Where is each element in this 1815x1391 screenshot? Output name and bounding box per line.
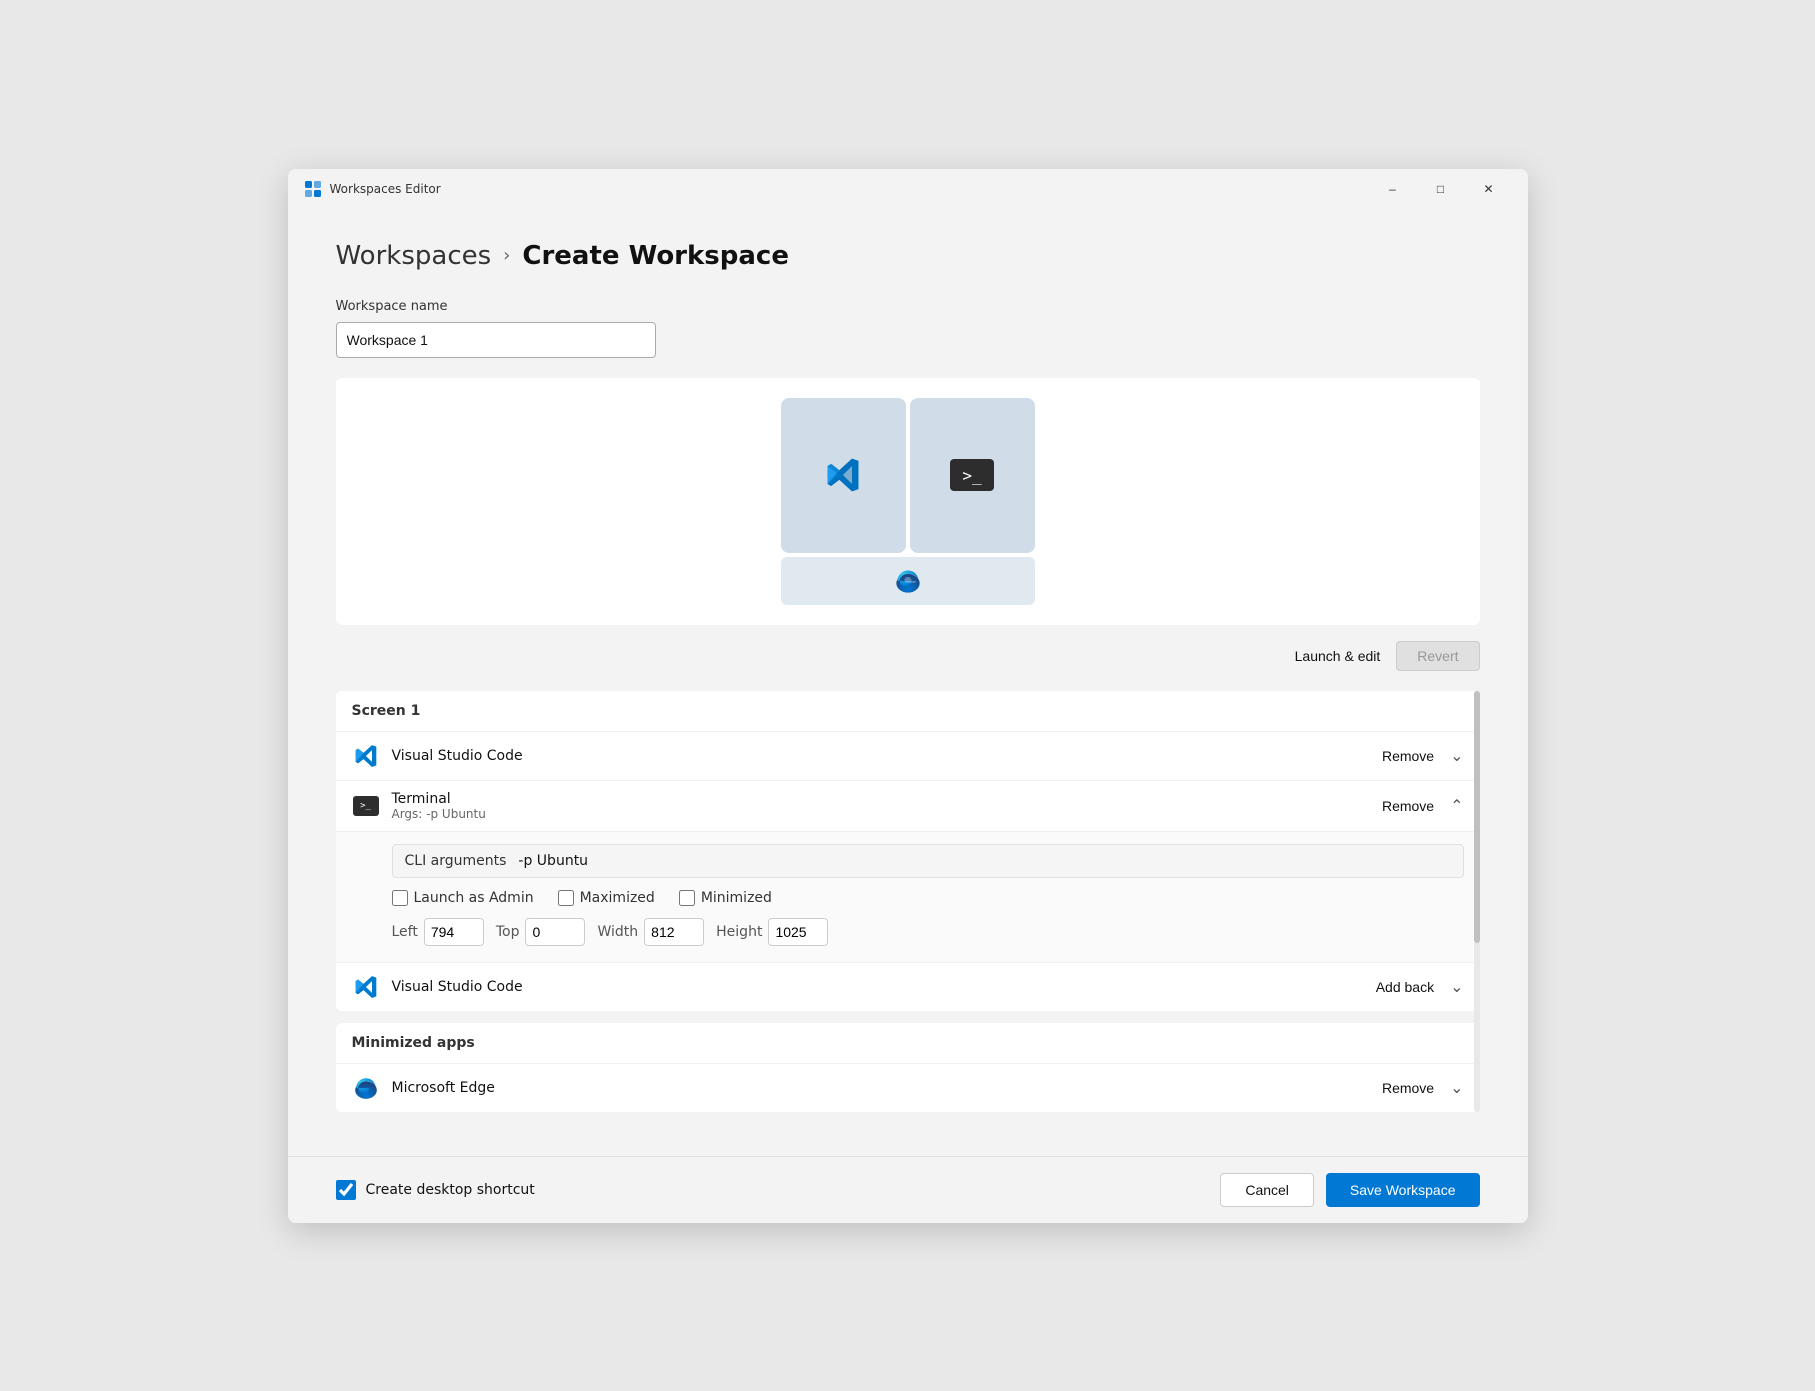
maximize-button[interactable]: □ xyxy=(1418,173,1464,205)
terminal-name: Terminal xyxy=(392,791,1362,807)
cli-value: -p Ubuntu xyxy=(518,853,588,869)
launch-bar: Launch & edit Revert xyxy=(336,641,1480,671)
breadcrumb-current: Create Workspace xyxy=(522,241,789,271)
save-workspace-button[interactable]: Save Workspace xyxy=(1326,1173,1480,1207)
launch-as-admin-label: Launch as Admin xyxy=(414,890,534,906)
workspace-name-label: Workspace name xyxy=(336,299,1480,314)
top-input[interactable] xyxy=(525,918,585,946)
vscode-icon-2 xyxy=(352,973,380,1001)
minimize-button[interactable]: – xyxy=(1370,173,1416,205)
minimized-checkbox[interactable]: Minimized xyxy=(679,890,772,906)
vscode2-expand-button[interactable]: ⌄ xyxy=(1450,977,1463,997)
edge-info: Microsoft Edge xyxy=(392,1080,1362,1096)
preview-tile-edge xyxy=(781,557,1035,605)
minimized-apps-header: Minimized apps xyxy=(336,1023,1480,1063)
cancel-button[interactable]: Cancel xyxy=(1220,1173,1314,1207)
terminal-icon: >_ xyxy=(352,792,380,820)
vscode1-actions: Remove ⌄ xyxy=(1374,744,1464,768)
close-button[interactable]: ✕ xyxy=(1466,173,1512,205)
left-input[interactable] xyxy=(424,918,484,946)
edge-name: Microsoft Edge xyxy=(392,1080,1362,1096)
cli-row: CLI arguments -p Ubuntu xyxy=(392,844,1464,878)
remove-terminal-button[interactable]: Remove xyxy=(1374,794,1442,818)
preview-top-row: >_ xyxy=(781,398,1035,553)
minimized-input[interactable] xyxy=(679,890,695,906)
vscode2-info: Visual Studio Code xyxy=(392,979,1356,995)
height-group: Height xyxy=(716,918,828,946)
width-label: Width xyxy=(597,924,638,940)
left-group: Left xyxy=(392,918,484,946)
preview-tile-vscode xyxy=(781,398,906,553)
breadcrumb-workspaces[interactable]: Workspaces xyxy=(336,241,492,271)
cli-label: CLI arguments xyxy=(405,853,507,869)
edge-expand-button[interactable]: ⌄ xyxy=(1450,1078,1463,1098)
main-window: Workspaces Editor – □ ✕ Workspaces › Cre… xyxy=(288,169,1528,1223)
maximized-checkbox[interactable]: Maximized xyxy=(558,890,655,906)
minimized-label: Minimized xyxy=(701,890,772,906)
app-row-edge: Microsoft Edge Remove ⌄ xyxy=(336,1063,1480,1112)
vscode1-info: Visual Studio Code xyxy=(392,748,1362,764)
main-content: Workspaces › Create Workspace Workspace … xyxy=(288,209,1528,1156)
width-group: Width xyxy=(597,918,704,946)
preview-container: >_ xyxy=(781,398,1035,605)
create-shortcut-label[interactable]: Create desktop shortcut xyxy=(366,1182,535,1198)
terminal-collapse-button[interactable]: ⌃ xyxy=(1450,796,1463,816)
terminal-args: Args: -p Ubuntu xyxy=(392,807,1362,821)
launch-as-admin-input[interactable] xyxy=(392,890,408,906)
screen1-header: Screen 1 xyxy=(336,691,1480,731)
top-label: Top xyxy=(496,924,520,940)
preview-tile-terminal: >_ xyxy=(910,398,1035,553)
footer-left: Create desktop shortcut xyxy=(336,1180,535,1200)
app-icon xyxy=(304,180,322,198)
footer: Create desktop shortcut Cancel Save Work… xyxy=(288,1156,1528,1223)
create-shortcut-checkbox[interactable] xyxy=(336,1180,356,1200)
terminal-info: Terminal Args: -p Ubuntu xyxy=(392,791,1362,821)
app-row-vscode1: Visual Studio Code Remove ⌄ xyxy=(336,731,1480,780)
breadcrumb: Workspaces › Create Workspace xyxy=(336,241,1480,271)
window-title: Workspaces Editor xyxy=(330,182,1362,196)
position-row: Left Top Width Height xyxy=(392,918,1464,946)
screen1-section: Screen 1 Visual Studio Code Remove xyxy=(336,691,1480,1011)
height-input[interactable] xyxy=(768,918,828,946)
launch-edit-button[interactable]: Launch & edit xyxy=(1295,648,1381,664)
app-row-terminal: >_ Terminal Args: -p Ubuntu Remove ⌃ xyxy=(336,780,1480,831)
vscode1-name: Visual Studio Code xyxy=(392,748,1362,764)
vscode2-actions: Add back ⌄ xyxy=(1368,975,1464,999)
minimized-apps-section: Minimized apps xyxy=(336,1023,1480,1112)
height-label: Height xyxy=(716,924,762,940)
app-row-vscode2: Visual Studio Code Add back ⌄ xyxy=(336,962,1480,1011)
window-controls: – □ ✕ xyxy=(1370,173,1512,205)
titlebar: Workspaces Editor – □ ✕ xyxy=(288,169,1528,209)
checkboxes-row: Launch as Admin Maximized Minimized xyxy=(392,890,1464,906)
edge-icon xyxy=(352,1074,380,1102)
width-input[interactable] xyxy=(644,918,704,946)
terminal-preview-icon: >_ xyxy=(950,459,994,491)
remove-vscode1-button[interactable]: Remove xyxy=(1374,744,1442,768)
revert-button[interactable]: Revert xyxy=(1396,641,1479,671)
breadcrumb-separator: › xyxy=(503,245,510,266)
launch-as-admin-checkbox[interactable]: Launch as Admin xyxy=(392,890,534,906)
scrollbar-thumb[interactable] xyxy=(1474,691,1480,944)
remove-edge-button[interactable]: Remove xyxy=(1374,1076,1442,1100)
left-label: Left xyxy=(392,924,418,940)
scrollbar-track[interactable] xyxy=(1474,691,1480,1112)
footer-right: Cancel Save Workspace xyxy=(1220,1173,1479,1207)
workspace-name-input[interactable] xyxy=(336,322,656,358)
preview-area: >_ xyxy=(336,378,1480,625)
maximized-input[interactable] xyxy=(558,890,574,906)
maximized-label: Maximized xyxy=(580,890,655,906)
terminal-actions: Remove ⌃ xyxy=(1374,794,1464,818)
vscode2-name: Visual Studio Code xyxy=(392,979,1356,995)
top-group: Top xyxy=(496,918,586,946)
edge-actions: Remove ⌄ xyxy=(1374,1076,1464,1100)
add-back-vscode2-button[interactable]: Add back xyxy=(1368,975,1442,999)
vscode1-expand-button[interactable]: ⌄ xyxy=(1450,746,1463,766)
vscode-icon-1 xyxy=(352,742,380,770)
scrollable-panel: Screen 1 Visual Studio Code Remove xyxy=(336,691,1480,1112)
terminal-expanded-details: CLI arguments -p Ubuntu Launch as Admin … xyxy=(336,831,1480,962)
